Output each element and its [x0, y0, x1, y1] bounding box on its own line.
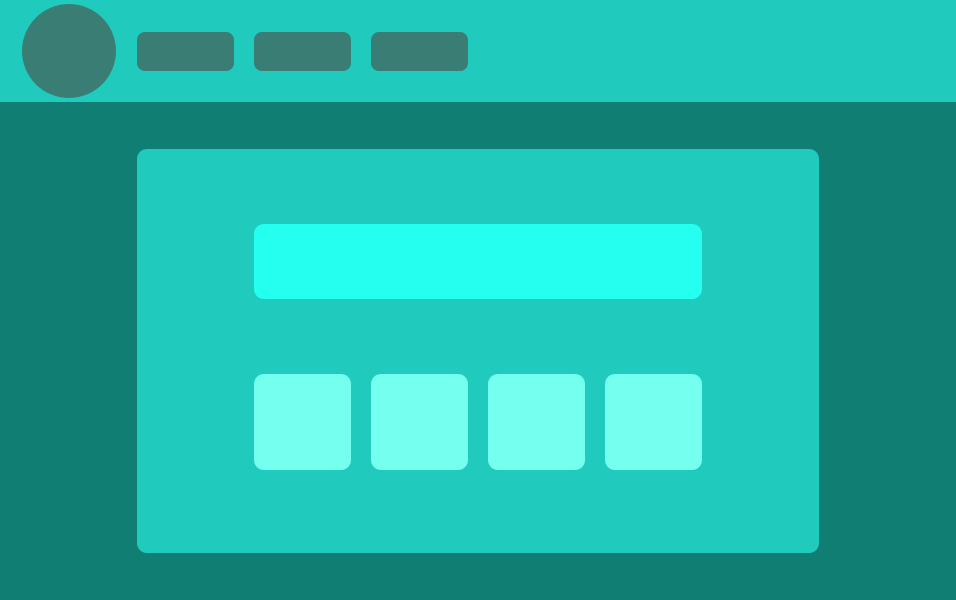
- nav-item-3[interactable]: [371, 32, 468, 71]
- avatar[interactable]: [22, 4, 116, 98]
- app-window: [0, 0, 956, 600]
- hero-input-field[interactable]: [254, 224, 702, 299]
- top-bar: [0, 0, 956, 102]
- tile-1[interactable]: [254, 374, 351, 470]
- main-card: [137, 149, 819, 553]
- nav-item-2[interactable]: [254, 32, 351, 71]
- tile-3[interactable]: [488, 374, 585, 470]
- nav-item-1[interactable]: [137, 32, 234, 71]
- tile-2[interactable]: [371, 374, 468, 470]
- tile-4[interactable]: [605, 374, 702, 470]
